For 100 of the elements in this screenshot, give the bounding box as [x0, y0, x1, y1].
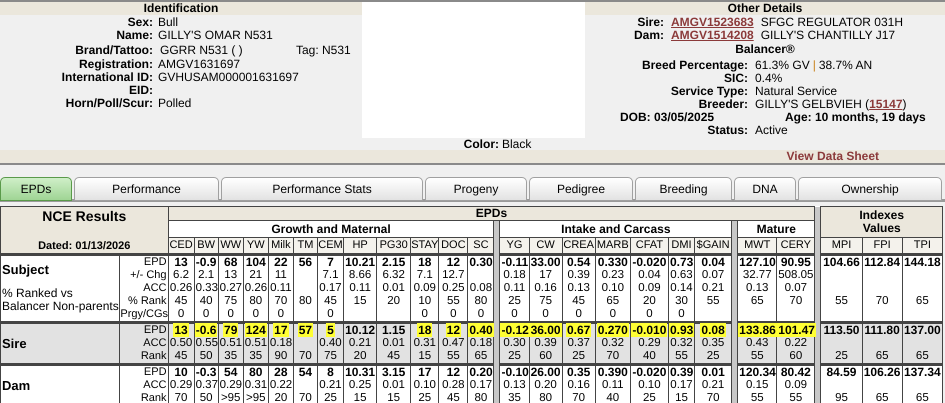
table-cell: 111.80 [863, 323, 901, 337]
table-cell: 70 [605, 350, 620, 362]
field-value: SFGC REGULATOR 031H [760, 16, 903, 29]
table-cell: 0.35 [700, 337, 726, 349]
table-cell: 0.63 [669, 269, 694, 281]
breeder-link[interactable]: 15147 [869, 97, 902, 111]
table-cell: 45 [174, 295, 188, 307]
field-label: Sire: [637, 16, 664, 29]
table-cell: 0.17 [468, 379, 494, 391]
table-cell: 0.15 [745, 379, 770, 391]
row-label: Sire [2, 336, 28, 351]
field-value: 0.4% [755, 72, 782, 85]
table-cell: 70 [174, 392, 188, 403]
table-cell: 0.23 [600, 269, 625, 281]
table-cell: 25 [834, 350, 849, 362]
table-cell: 0 [226, 308, 235, 320]
table-cell: 0.31 [244, 379, 268, 391]
tab[interactable]: Ownership [798, 177, 942, 201]
table-cell: 0.55 [194, 337, 219, 349]
table-cell: 508.05 [777, 269, 814, 281]
field-value: Natural Service [755, 85, 838, 98]
table-cell: 25 [417, 392, 432, 403]
table-cell: 90 [273, 350, 288, 362]
table-cell: 80 [474, 392, 488, 403]
table-cell: 55 [706, 295, 720, 307]
field-value: GILLY'S CHANTILLY J17 [760, 29, 896, 42]
table-cell: 7 [326, 255, 335, 269]
table-cell: 65 [914, 350, 930, 362]
table-cell: 124 [244, 323, 267, 337]
table-cell: 0.04 [700, 255, 726, 269]
table-cell: 0 [574, 308, 583, 320]
table-cell: 90.95 [780, 255, 812, 269]
table-cell: 0.51 [218, 337, 244, 349]
field-label: Dam: [634, 29, 664, 42]
table-cell: 12 [446, 255, 462, 269]
table-cell: 0.26 [244, 282, 268, 294]
registration-link[interactable]: AMGV1514208 [671, 29, 754, 42]
table-cell: 54 [298, 365, 314, 379]
column-group-header: Mature [738, 220, 815, 238]
table-cell: 75 [223, 295, 238, 307]
table-cell: 0.14 [669, 282, 694, 294]
table-cell: 17 [273, 323, 289, 337]
table-cell: -0.10 [500, 365, 530, 379]
table-cell: 0.01 [381, 337, 406, 349]
tab[interactable]: DNA [734, 177, 796, 201]
table-cell: 28 [273, 365, 289, 379]
table-cell: 45 [446, 392, 461, 403]
table-cell: 79 [223, 323, 238, 337]
table-cell: 50 [198, 392, 214, 403]
table-cell: 0.35 [566, 365, 592, 379]
table-cell: 0.11 [601, 379, 625, 391]
view-data-sheet-link[interactable]: View Data Sheet [786, 150, 879, 163]
dated-text: Dated: 01/13/2026 [38, 239, 130, 253]
table-cell: 36.00 [530, 323, 562, 337]
table-cell: 70 [273, 295, 288, 307]
table-cell: 80 [474, 295, 488, 307]
table-cell: 60 [538, 350, 553, 362]
tab[interactable]: Progeny [425, 177, 527, 201]
table-cell: 25 [507, 350, 522, 362]
field-label: Breeder: [698, 98, 748, 111]
table-cell: 0.29 [218, 379, 244, 391]
table-cell: 25 [642, 392, 657, 403]
table-cell: 95 [834, 392, 849, 403]
table-cell: >95 [245, 392, 267, 403]
table-cell: 0.30 [502, 337, 527, 349]
tab[interactable]: Performance Stats [221, 177, 423, 201]
table-cell: 6.32 [381, 269, 406, 281]
table-cell: 144.18 [902, 255, 942, 269]
field-label: Sex: [128, 16, 153, 29]
table-cell: 0.13 [566, 282, 591, 294]
table-cell: 0.29 [168, 379, 194, 391]
table-cell: 0.50 [168, 337, 194, 349]
field-label: SIC: [724, 72, 748, 85]
registration-link[interactable]: AMGV1523683 [671, 16, 754, 29]
table-cell: 40 [605, 392, 620, 403]
table-cell: 70 [298, 392, 313, 403]
table-cell: 45 [174, 350, 188, 362]
dob-text: DOB: 03/05/2025 [620, 111, 716, 124]
table-cell: 0.270 [596, 323, 629, 337]
tab[interactable]: Pedigree [529, 177, 633, 201]
table-cell: 0.39 [668, 365, 694, 379]
table-cell: 45 [386, 350, 402, 362]
table-cell: 10.21 [344, 255, 376, 269]
table-cell: -0.020 [631, 365, 668, 379]
table-cell: 13 [173, 255, 189, 269]
tab[interactable]: Performance [74, 177, 219, 201]
tab[interactable]: Breeding [635, 177, 732, 201]
table-cell: 0 [510, 308, 519, 320]
table-cell: 11 [274, 269, 288, 281]
table-cell: 0.07 [784, 282, 808, 294]
table-cell: 10 [173, 365, 189, 379]
section-header: Other Details [585, 2, 945, 15]
table-cell: 32.77 [742, 269, 773, 281]
table-cell: 0.13 [745, 282, 770, 294]
tab[interactable]: EPDs [0, 177, 72, 201]
table-cell: 0.30 [468, 255, 494, 269]
table-cell: 20 [352, 350, 368, 362]
column-group-header: Indexes Values [858, 209, 906, 235]
table-cell: 0.01 [381, 282, 406, 294]
table-cell: 15 [417, 350, 432, 362]
